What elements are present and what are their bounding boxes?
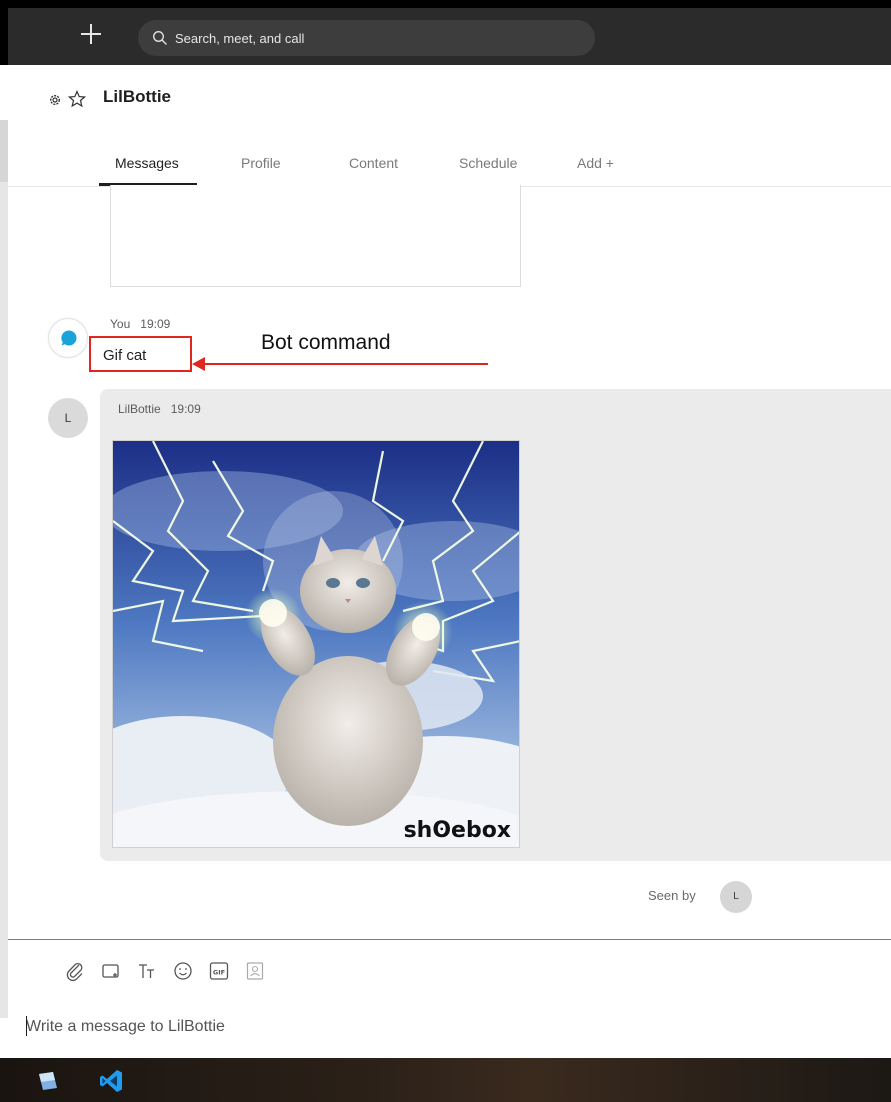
vscode-icon[interactable] <box>98 1068 124 1094</box>
plus-icon[interactable] <box>80 23 102 45</box>
contact-icon[interactable] <box>244 960 266 982</box>
chat-title: LilBottie <box>103 87 171 106</box>
sender-name: LilBottie <box>118 402 161 416</box>
tab-messages[interactable]: Messages <box>115 155 179 171</box>
format-text-icon[interactable] <box>136 960 158 982</box>
message-text: Gif cat <box>103 347 147 364</box>
tab-bar: Messages Profile Content Schedule Add + <box>8 145 891 187</box>
gif-picture <box>113 441 519 847</box>
message-meta-bot: LilBottie 19:09 <box>118 402 201 416</box>
top-bar <box>8 8 891 65</box>
chat-bubble-icon <box>61 330 77 346</box>
taskbar <box>0 1058 891 1102</box>
avatar-you[interactable] <box>48 318 88 358</box>
left-strip-highlight <box>0 120 8 182</box>
annotation-arrow-line <box>204 363 488 365</box>
message-input[interactable] <box>26 1013 866 1041</box>
annotation-arrow-head <box>192 357 205 371</box>
tab-profile[interactable]: Profile <box>241 155 281 171</box>
attach-icon[interactable] <box>64 960 86 982</box>
chat-header: LilBottie Messages Profile Content Sched… <box>8 65 891 187</box>
tab-content[interactable]: Content <box>349 155 398 171</box>
avatar-bot[interactable]: L <box>48 398 88 438</box>
seen-by-avatar[interactable]: L <box>720 881 752 913</box>
gif-icon[interactable]: GIF <box>208 960 230 982</box>
svg-text:GIF: GIF <box>213 969 225 977</box>
sender-name: You <box>110 317 131 331</box>
compose-divider <box>8 939 891 940</box>
emoji-icon[interactable] <box>172 960 194 982</box>
search-input[interactable] <box>175 20 575 56</box>
gif-watermark: shʘebox <box>403 818 511 843</box>
search-box[interactable] <box>138 20 595 56</box>
star-icon[interactable] <box>68 90 86 108</box>
tab-schedule[interactable]: Schedule <box>459 155 517 171</box>
media-icon[interactable] <box>100 960 122 982</box>
previous-message-card <box>110 185 521 287</box>
app-icon[interactable] <box>35 1068 61 1094</box>
message-you[interactable]: Gif cat <box>89 336 192 372</box>
gif-image[interactable]: shʘebox <box>112 440 520 848</box>
text-caret <box>26 1016 27 1036</box>
left-strip-scroll[interactable] <box>0 182 8 1018</box>
annotation-label: Bot command <box>261 331 391 354</box>
chat-panel: LilBottie Messages Profile Content Sched… <box>8 65 891 1058</box>
message-meta-you: You 19:09 <box>110 317 170 331</box>
tab-add[interactable]: Add + <box>577 155 614 171</box>
seen-by-label: Seen by <box>648 888 696 903</box>
message-time: 19:09 <box>140 317 171 331</box>
message-time: 19:09 <box>170 402 201 416</box>
gear-icon[interactable] <box>48 93 62 107</box>
search-icon <box>153 31 167 45</box>
